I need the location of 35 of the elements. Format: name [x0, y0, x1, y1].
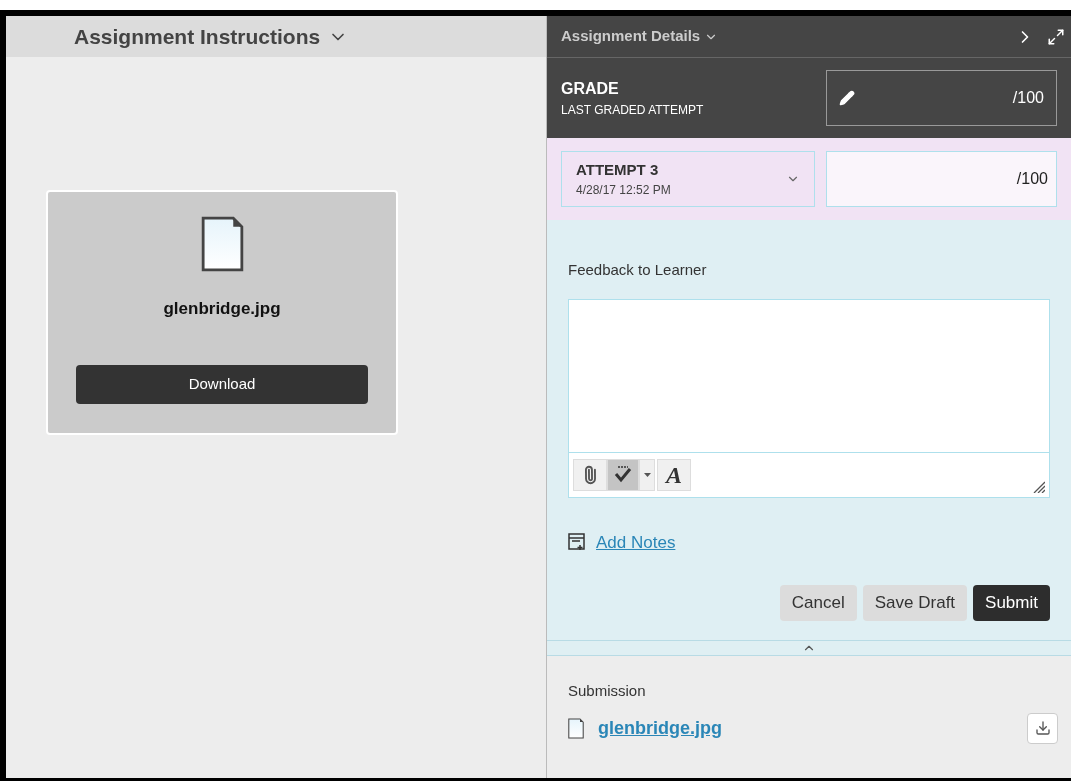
spellcheck-dropdown[interactable] [639, 458, 655, 491]
download-button[interactable]: Download [76, 364, 368, 404]
add-note-icon [568, 533, 586, 552]
download-button[interactable] [1027, 712, 1058, 744]
attempt-label: ATTEMPT 3 [576, 159, 660, 180]
pencil-icon [839, 90, 855, 106]
file-icon [200, 216, 244, 272]
panel-title: Assignment Details [561, 26, 701, 47]
attempt-grade-field[interactable]: /100 [826, 151, 1057, 207]
action-button[interactable]: Save Draft [862, 585, 968, 621]
attempt-dropdown[interactable]: ATTEMPT 3 4/28/17 12:52 PM [561, 151, 815, 207]
feedback-editor[interactable]: A [568, 298, 1050, 498]
spellcheck-icon [613, 465, 633, 484]
file-name: glenbridge.jpg [163, 298, 281, 320]
grade-field[interactable]: /100 [826, 70, 1057, 126]
action-button[interactable]: Cancel [779, 585, 857, 621]
attempt-out-of: /100 [1016, 169, 1048, 189]
submit-button[interactable]: Submit [973, 585, 1050, 621]
attach-button[interactable] [573, 458, 607, 491]
feedback-label: Feedback to Learner [568, 260, 708, 280]
fullscreen-button[interactable] [1047, 27, 1065, 46]
file-icon-small [568, 717, 584, 739]
submission-label: Submission [568, 681, 647, 701]
expand-icon [1047, 27, 1065, 46]
font-button[interactable]: A [657, 458, 691, 491]
attempt-date: 4/28/17 12:52 PM [576, 182, 671, 200]
grade-label: GRADE [561, 79, 620, 99]
download-icon [1034, 720, 1051, 736]
spellcheck-button[interactable] [607, 458, 639, 491]
resize-handle-icon [1033, 480, 1045, 493]
panel-title: Assignment Instructions [74, 23, 321, 50]
add-notes-link[interactable]: Add Notes [596, 529, 676, 555]
grade-sublabel: LAST GRADED ATTEMPT [561, 102, 704, 119]
caret-icon [643, 472, 651, 477]
grade-out-of: /100 [1012, 88, 1044, 108]
